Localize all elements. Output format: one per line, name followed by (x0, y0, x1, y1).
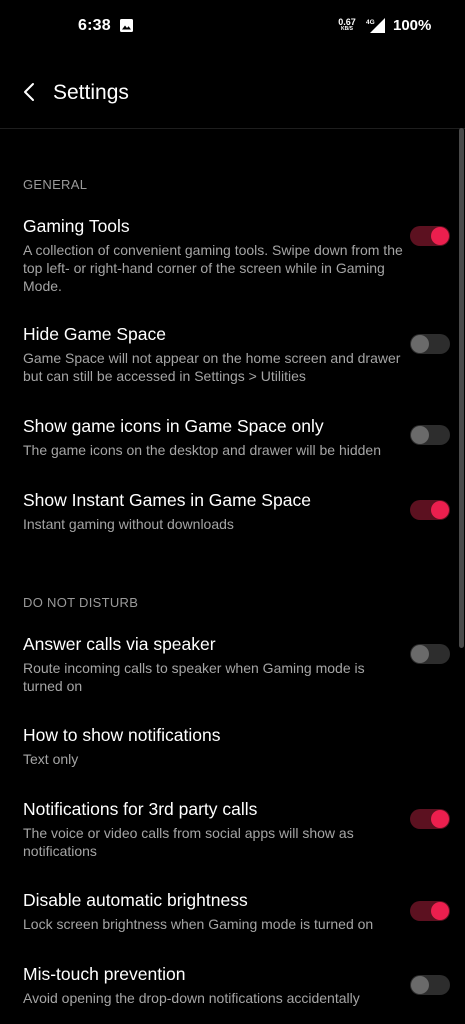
status-time: 6:38 (78, 17, 111, 34)
setting-third-party-calls[interactable]: Notifications for 3rd party calls The vo… (0, 799, 459, 859)
toggle-knob (431, 227, 449, 245)
setting-description: Text only (23, 751, 79, 767)
setting-title: Show Instant Games in Game Space (23, 490, 311, 510)
toggle-knob (411, 426, 429, 444)
setting-title: Notifications for 3rd party calls (23, 799, 258, 819)
signal-icon: 4G (364, 16, 386, 34)
third-party-calls-toggle[interactable] (410, 809, 450, 829)
setting-gaming-tools[interactable]: Gaming Tools A collection of convenient … (0, 216, 459, 296)
setting-title: How to show notifications (23, 725, 221, 745)
toggle-knob (411, 976, 429, 994)
show-game-icons-toggle[interactable] (410, 425, 450, 445)
hide-game-space-toggle[interactable] (410, 334, 450, 354)
mis-touch-prevention-toggle[interactable] (410, 975, 450, 995)
setting-title: Gaming Tools (23, 216, 130, 236)
setting-title: Hide Game Space (23, 324, 166, 344)
page-title: Settings (53, 81, 129, 104)
battery-level: 100% (393, 17, 432, 34)
toggle-knob (431, 501, 449, 519)
network-type: 4G (366, 19, 375, 26)
image-icon (120, 19, 133, 32)
network-speed: 0.67 KB/S (336, 18, 358, 33)
toggle-knob (431, 810, 449, 828)
toggle-knob (411, 335, 429, 353)
setting-disable-auto-brightness[interactable]: Disable automatic brightness Lock screen… (0, 890, 459, 934)
setting-title: Mis-touch prevention (23, 964, 186, 984)
disable-auto-brightness-toggle[interactable] (410, 901, 450, 921)
toggle-knob (431, 902, 449, 920)
setting-answer-calls-speaker[interactable]: Answer calls via speaker Route incoming … (0, 634, 459, 694)
setting-description: The voice or video calls from social app… (23, 825, 354, 859)
answer-calls-speaker-toggle[interactable] (410, 644, 450, 664)
section-header-general: GENERAL (23, 177, 88, 192)
status-bar: 6:38 0.67 KB/S 4G 100% (0, 0, 465, 54)
back-button[interactable] (14, 76, 46, 108)
setting-mis-touch-prevention[interactable]: Mis-touch prevention Avoid opening the d… (0, 964, 459, 1008)
setting-title: Show game icons in Game Space only (23, 416, 324, 436)
setting-show-instant-games[interactable]: Show Instant Games in Game Space Instant… (0, 490, 459, 534)
setting-description: A collection of convenient gaming tools.… (23, 242, 403, 294)
show-instant-games-toggle[interactable] (410, 500, 450, 520)
screen: { "status_bar": { "time": "6:38", "image… (0, 0, 465, 1024)
app-bar: Settings (0, 54, 465, 129)
setting-show-game-icons[interactable]: Show game icons in Game Space only The g… (0, 416, 459, 460)
toggle-knob (411, 645, 429, 663)
setting-description: Instant gaming without downloads (23, 516, 234, 532)
setting-hide-game-space[interactable]: Hide Game Space Game Space will not appe… (0, 324, 459, 384)
chevron-left-icon (24, 83, 34, 101)
scrollbar[interactable] (459, 128, 464, 648)
setting-how-to-show-notifications[interactable]: How to show notifications Text only (0, 725, 459, 769)
setting-title: Answer calls via speaker (23, 634, 216, 654)
setting-title: Disable automatic brightness (23, 890, 248, 910)
setting-description: Avoid opening the drop-down notification… (23, 990, 360, 1006)
setting-description: Game Space will not appear on the home s… (23, 350, 401, 384)
setting-description: Lock screen brightness when Gaming mode … (23, 916, 374, 932)
setting-description: The game icons on the desktop and drawer… (23, 442, 381, 458)
gaming-tools-toggle[interactable] (410, 226, 450, 246)
setting-description: Route incoming calls to speaker when Gam… (23, 660, 365, 694)
section-header-do-not-disturb: DO NOT DISTURB (23, 595, 139, 610)
